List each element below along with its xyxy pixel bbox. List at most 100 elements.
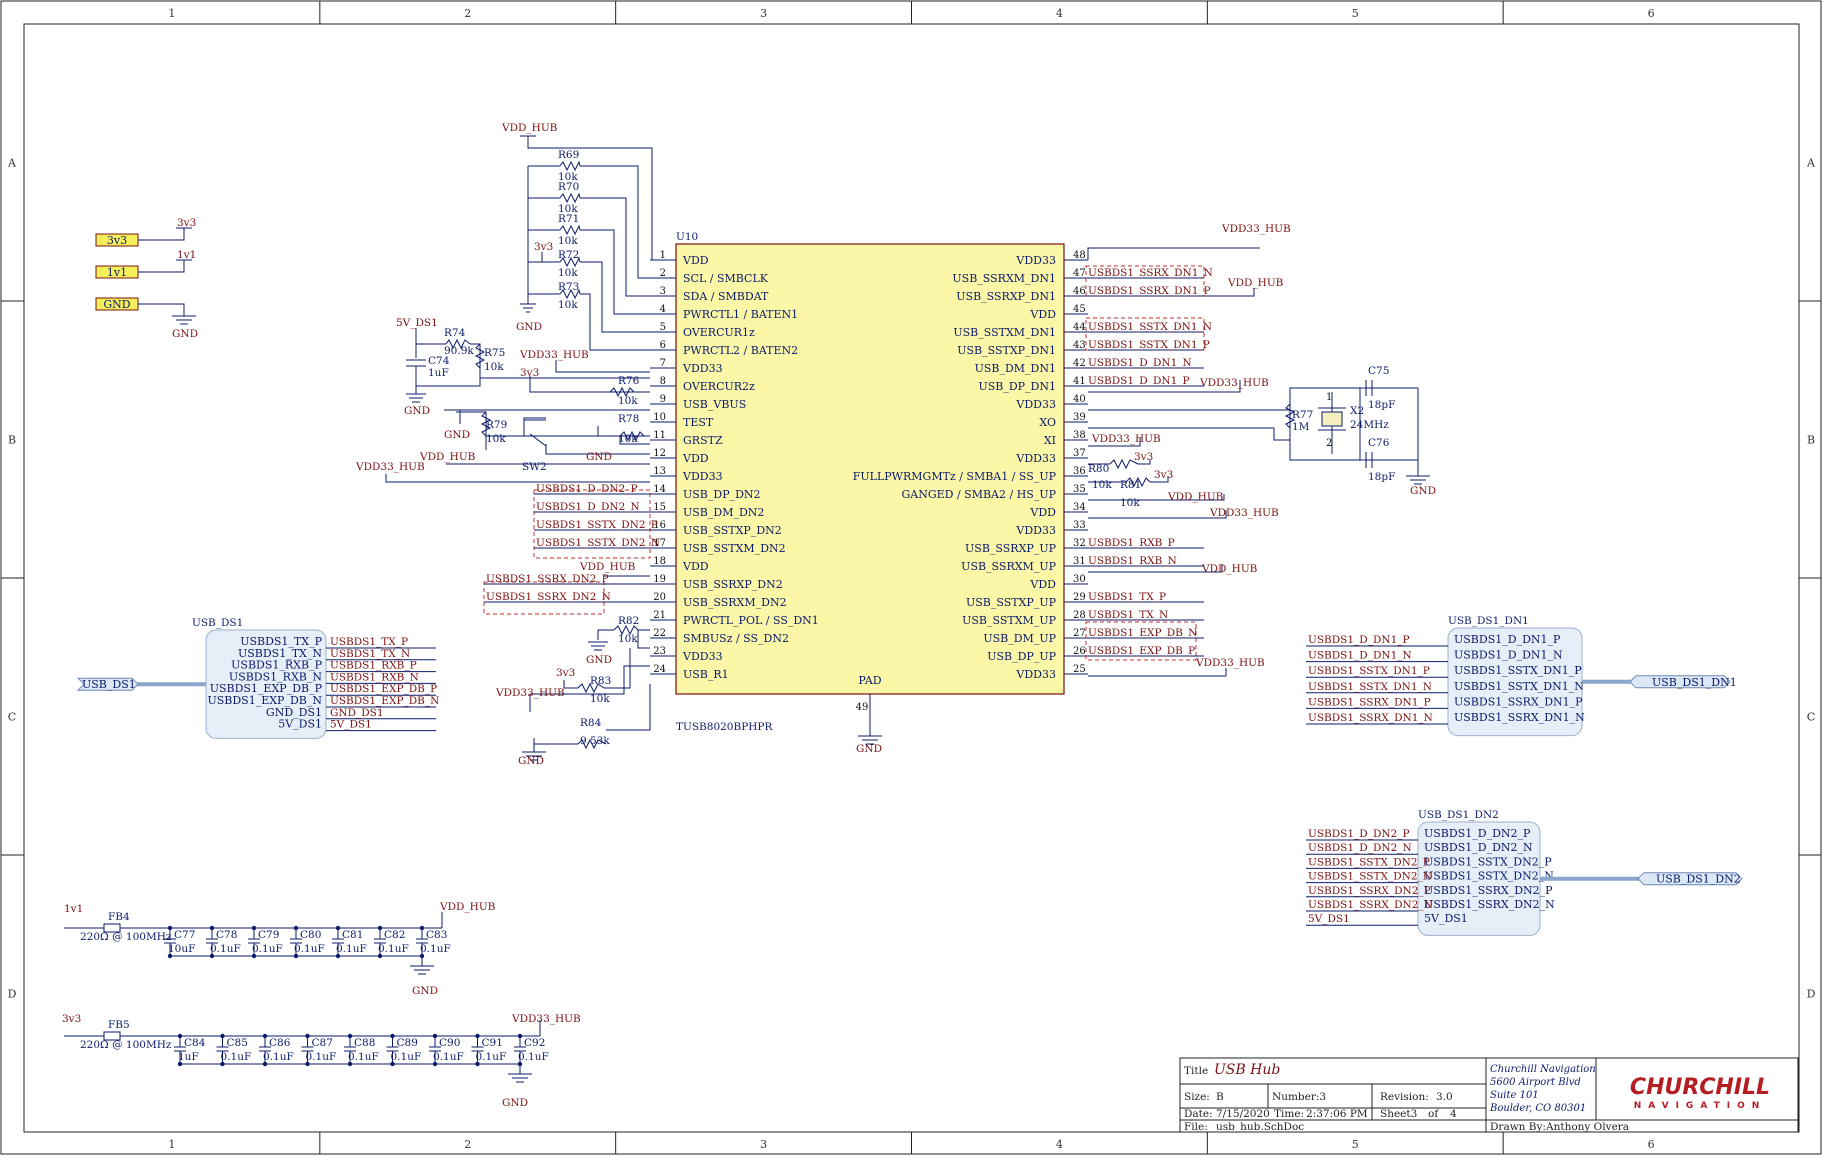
cap-val: 0.1uF <box>336 943 367 955</box>
tb-file: usb_hub.SchDoc <box>1216 1121 1304 1133</box>
ic-pin-name: USB_DP_UP <box>987 650 1056 663</box>
ic-pin-num: 34 <box>1073 502 1086 513</box>
r72-ref: R72 <box>558 249 579 261</box>
r73-val: 10k <box>558 299 578 311</box>
vdd33-hub-7: VDD33_HUB <box>519 349 589 361</box>
zone-col-top: 6 <box>1648 7 1655 20</box>
ic-pin-num: 10 <box>653 412 666 423</box>
tb-date: 7/15/2020 <box>1216 1108 1270 1120</box>
cap-val: 0.1uF <box>221 1051 252 1063</box>
junction <box>209 925 215 931</box>
ferrite-ref: FB5 <box>108 1019 130 1031</box>
ic-pin-name: USB_DP_DN2 <box>683 488 761 501</box>
junction <box>377 925 383 931</box>
x2-pin2: 2 <box>1326 438 1332 449</box>
harness-title: USB_DS1_DN2 <box>1418 809 1499 821</box>
ic-pin-name: VDD33 <box>1015 668 1056 681</box>
cap-val: 0.1uF <box>263 1051 294 1063</box>
zone-col-top: 3 <box>760 7 767 20</box>
harness-entry: USBDS1_SSRX_DN2_N <box>1424 898 1555 911</box>
ic-ref: U10 <box>676 231 698 243</box>
r76-ref: R76 <box>618 375 640 387</box>
tb-file-label: File: <box>1184 1121 1208 1133</box>
harness-net: 5V_DS1 <box>1308 913 1350 925</box>
ic-pin-num: 12 <box>653 448 666 459</box>
cap-ref: C89 <box>397 1037 418 1049</box>
tb-revision-label: Revision: <box>1380 1091 1429 1103</box>
dec2-gnd: GND <box>502 1097 528 1109</box>
ic-pin-num: 32 <box>1073 538 1086 549</box>
junction <box>475 1033 480 1039</box>
3v3-r81: 3v3 <box>1154 469 1173 481</box>
junction <box>517 1033 523 1039</box>
harness-net: USBDS1_SSRX_DN1_N <box>1308 712 1433 724</box>
cap-val: 0.1uF <box>391 1051 422 1063</box>
ferrite-val: 220Ω @ 100MHz <box>80 931 172 943</box>
logo-top: CHURCHILL <box>1630 1075 1770 1100</box>
tb-number: Number:3 <box>1272 1091 1326 1103</box>
cap-ref: C84 <box>184 1037 206 1049</box>
ic-pin-num: 7 <box>660 358 666 369</box>
ic-pin-num: 15 <box>653 502 666 513</box>
c76-val: 18pF <box>1368 471 1395 483</box>
r78-ref: R78 <box>618 413 639 425</box>
ic-pin-name: GRSTZ <box>683 434 723 447</box>
ic-pin-num: 6 <box>660 340 666 351</box>
ic-pin-name: USB_SSTXM_DN2 <box>683 542 786 555</box>
harness-entry: 5V_DS1 <box>278 718 322 731</box>
net-label: USBDS1_SSTX_DN2_P <box>536 519 658 531</box>
ic-pin-name: USB_SSTXP_UP <box>966 596 1057 609</box>
r79-ref: R79 <box>486 419 507 431</box>
tb-drawn-by-label: Drawn By: <box>1490 1121 1546 1133</box>
ic-pin-num: 38 <box>1073 430 1086 441</box>
zone-col-bottom: 1 <box>168 1138 175 1151</box>
net-label: USBDS1_RXB_P <box>1088 537 1175 549</box>
harness-net: USBDS1_SSTX_DN1_N <box>1308 681 1432 693</box>
r75-ref: R75 <box>484 347 505 359</box>
r80-val: 10k <box>1092 479 1112 491</box>
zone-row-left: D <box>8 988 17 1001</box>
zone-row-right: D <box>1807 988 1816 1001</box>
junction <box>220 1033 225 1039</box>
harness-net: USBDS1_SSRX_DN2_N <box>1308 899 1433 911</box>
ic-pin-name: USB_SSTXP_DN2 <box>683 524 782 537</box>
cap-val: 0.1uF <box>518 1051 549 1063</box>
net-label: USBDS1_RXB_N <box>1088 555 1177 567</box>
harness-title: USB_DS1_DN1 <box>1448 615 1529 627</box>
cap-ref: C86 <box>269 1037 291 1049</box>
zone-row-right: B <box>1807 434 1815 447</box>
tb-date-label: Date: <box>1184 1108 1213 1120</box>
ic-pin-name: USB_SSRXM_DN2 <box>683 596 787 609</box>
ic-pin-num: 37 <box>1073 448 1086 459</box>
net-label: USBDS1_D_DN1_N <box>1088 357 1192 369</box>
ic-pin-num: 47 <box>1073 268 1086 279</box>
ic-pin-num: 28 <box>1073 610 1086 621</box>
ic-pin-num: 48 <box>1073 250 1086 261</box>
harness-entry: USBDS1_D_DN1_N <box>1454 649 1563 662</box>
tb-of: of <box>1428 1108 1439 1120</box>
ic-pin-name: USB_DM_DN1 <box>975 362 1056 375</box>
zone-row-left: A <box>7 157 17 170</box>
ic-pin-num: 43 <box>1073 340 1086 351</box>
net-label: USBDS1_SSRX_DN2_N <box>486 591 611 603</box>
ic-pin-name: FULLPWRMGMTz / SMBA1 / SS_UP <box>853 470 1057 483</box>
net-label: USBDS1_D_DN2_P <box>536 483 638 495</box>
tb-sheet: Sheet3 <box>1380 1108 1417 1120</box>
harness-entry: USBDS1_D_DN1_P <box>1454 633 1561 646</box>
gnd-pullups: GND <box>516 321 542 333</box>
ic-pin-name: PWRCTL2 / BATEN2 <box>683 344 798 357</box>
r79-val: 10k <box>486 433 506 445</box>
ic-pin-num: 18 <box>653 556 666 567</box>
vdd-hub-30: VDD_HUB <box>1201 563 1258 575</box>
tb-time-label: Time: <box>1274 1108 1304 1120</box>
ic-pin-name: VDD33 <box>1015 524 1056 537</box>
ic-pin-num: 2 <box>660 268 666 279</box>
ic-pin-name: VDD33 <box>682 650 723 663</box>
5v-ds1-top: 5V_DS1 <box>396 317 438 329</box>
ic-pad-num: 49 <box>856 702 869 713</box>
sw2-ref: SW2 <box>522 461 547 473</box>
ic-pin-name: USB_SSTXP_DN1 <box>957 344 1056 357</box>
r73-ref: R73 <box>558 281 579 293</box>
ic-pin-name: XI <box>1044 434 1056 447</box>
ic-pin-name: XO <box>1039 416 1056 429</box>
